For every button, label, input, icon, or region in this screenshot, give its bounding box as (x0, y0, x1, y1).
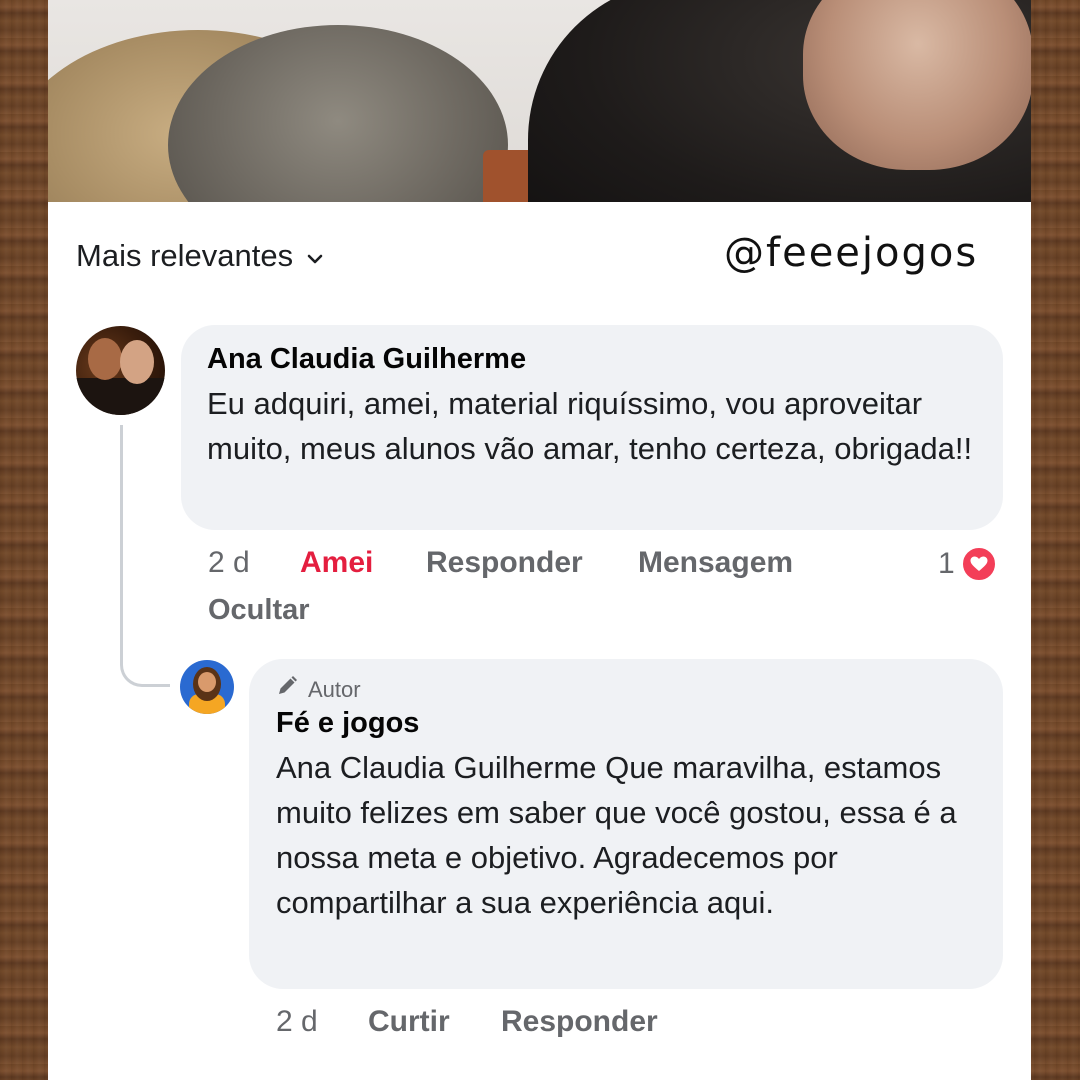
reply-author-name[interactable]: Fé e jogos (276, 705, 976, 741)
comment-author-name[interactable]: Ana Claudia Guilherme (207, 341, 977, 377)
reply-bubble: Autor Fé e jogos Ana Claudia Guilherme Q… (249, 659, 1003, 989)
like-button[interactable]: Curtir (368, 1005, 501, 1039)
reply-text: Ana Claudia Guilherme Que maravilha, est… (276, 750, 957, 920)
hide-button[interactable]: Ocultar (208, 594, 310, 627)
watermark-handle: @feeejogos (724, 230, 979, 276)
author-badge: Autor (276, 675, 976, 705)
comment-timestamp[interactable]: 2 d (208, 546, 300, 580)
reply-actions: 2 d Curtir Responder (276, 1005, 658, 1039)
thread-connector (120, 425, 170, 687)
heart-icon (960, 546, 997, 582)
reply-avatar[interactable] (180, 660, 234, 714)
sort-label-text: Mais relevantes (76, 238, 294, 273)
reply-button[interactable]: Responder (426, 546, 638, 580)
author-badge-label: Autor (308, 677, 361, 702)
comment-actions: 2 d Amei Responder Mensagem (208, 546, 793, 580)
post-photo (48, 0, 1031, 202)
pencil-icon (276, 675, 298, 705)
message-button[interactable]: Mensagem (638, 546, 793, 580)
loved-reaction-button[interactable]: Amei (300, 546, 426, 580)
comment-bubble: Ana Claudia Guilherme Eu adquiri, amei, … (181, 325, 1003, 530)
chevron-down-icon (307, 245, 323, 271)
reply-reply-button[interactable]: Responder (501, 1005, 658, 1039)
reply-timestamp[interactable]: 2 d (276, 1005, 368, 1039)
avatar[interactable] (76, 326, 165, 415)
reaction-summary[interactable]: 1 (938, 546, 997, 582)
photo-adult-face (803, 0, 1031, 170)
reaction-count: 1 (938, 547, 955, 580)
comment-text: Eu adquiri, amei, material riquíssimo, v… (207, 386, 973, 466)
sort-dropdown[interactable]: Mais relevantes (76, 238, 323, 274)
comments-card: Mais relevantes @feeejogos Ana Claudia G… (48, 0, 1031, 1080)
